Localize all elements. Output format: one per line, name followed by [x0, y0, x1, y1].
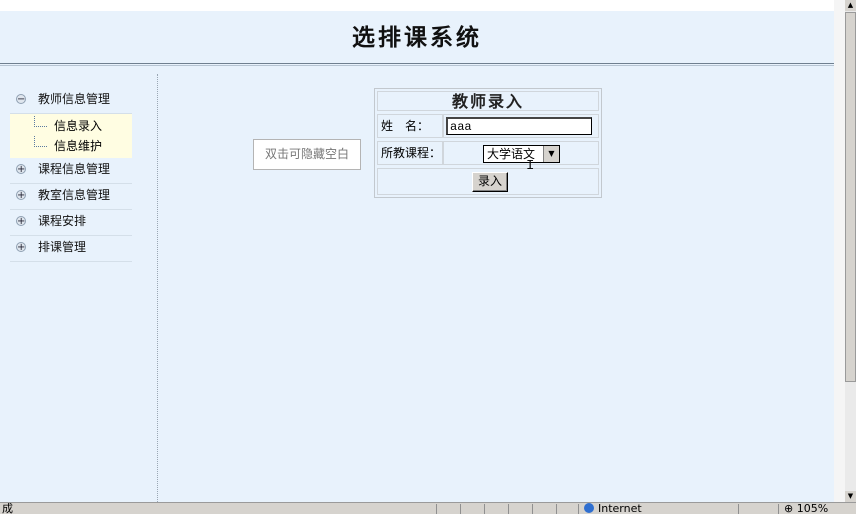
submenu-teacher-info: 信息录入 信息维护: [10, 114, 132, 158]
expand-icon[interactable]: +: [16, 216, 26, 227]
submenu-item-info-entry[interactable]: 信息录入: [10, 116, 132, 136]
expand-icon[interactable]: +: [16, 164, 26, 175]
status-bar: 成 Internet ⊕ 105%: [0, 502, 856, 514]
page-header: 选排课系统: [0, 11, 834, 64]
status-cell: [532, 504, 533, 514]
zoom-icon: ⊕: [784, 502, 797, 514]
menu-label: 教师信息管理: [38, 92, 111, 106]
menu-course-schedule[interactable]: + 课程安排: [10, 210, 132, 236]
status-cell: [484, 504, 485, 514]
zone-label: Internet: [598, 502, 642, 514]
menu-label: 课程信息管理: [38, 162, 111, 176]
course-field-cell: 大学语文 ▼: [443, 141, 599, 165]
status-cell: [460, 504, 461, 514]
menu-course-info[interactable]: + 课程信息管理: [10, 158, 132, 184]
menu-classroom-info[interactable]: + 教室信息管理: [10, 184, 132, 210]
browser-viewport: 选排课系统 − 教师信息管理 信息录入 信息维护 + 课程信息管理 + 教室信息…: [0, 0, 834, 502]
submenu-label: 信息录入: [54, 119, 103, 133]
sidebar-divider: [157, 74, 158, 502]
expand-icon[interactable]: +: [16, 242, 26, 253]
name-label: 姓 名：: [377, 114, 443, 138]
form-title: 教师录入: [377, 91, 599, 111]
course-label: 所教课程：: [377, 141, 443, 165]
status-text: 成: [2, 502, 13, 514]
submit-cell: 录入: [377, 168, 599, 195]
text-cursor-icon: I: [526, 158, 535, 174]
status-cell: [508, 504, 509, 514]
left-menu: − 教师信息管理 信息录入 信息维护 + 课程信息管理 + 教室信息管理 + 课…: [10, 88, 132, 262]
menu-label: 课程安排: [38, 214, 87, 228]
name-field-cell: [443, 114, 599, 138]
status-cell: [436, 504, 437, 514]
expand-icon[interactable]: +: [16, 190, 26, 201]
menu-teacher-info[interactable]: − 教师信息管理: [10, 88, 132, 114]
scroll-up-icon[interactable]: ▲: [845, 0, 856, 11]
vertical-scrollbar[interactable]: ▲ ▼: [845, 0, 856, 502]
course-select[interactable]: 大学语文 ▼: [483, 145, 560, 163]
status-cell: [778, 504, 779, 514]
scroll-down-icon[interactable]: ▼: [845, 491, 856, 502]
zoom-value: 105%: [796, 502, 829, 514]
submenu-label: 信息维护: [54, 139, 103, 153]
tree-branch-icon: [34, 136, 47, 147]
menu-label: 教室信息管理: [38, 188, 111, 202]
menu-label: 排课管理: [38, 240, 87, 254]
collapse-icon[interactable]: −: [16, 94, 26, 105]
zoom-level[interactable]: ⊕ 105%: [784, 503, 828, 514]
status-cell: [556, 504, 557, 514]
header-divider: [0, 65, 834, 66]
name-input[interactable]: [446, 117, 592, 135]
tree-branch-icon: [34, 116, 47, 127]
teacher-entry-form: 教师录入 姓 名： 所教课程： 大学语文 ▼ 录入: [374, 88, 602, 198]
menu-timetable-management[interactable]: + 排课管理: [10, 236, 132, 262]
dropdown-arrow-icon[interactable]: ▼: [543, 146, 559, 162]
page-title: 选排课系统: [352, 24, 482, 51]
status-cell: [578, 504, 579, 514]
globe-icon: [584, 503, 594, 513]
submenu-item-info-maintain[interactable]: 信息维护: [10, 136, 132, 156]
hide-blank-toggle[interactable]: 双击可隐藏空白: [253, 139, 361, 170]
security-zone: Internet: [584, 503, 642, 514]
status-cell: [738, 504, 739, 514]
viewport-gutter: [834, 0, 845, 502]
submit-button[interactable]: 录入: [472, 172, 508, 192]
top-band: [0, 0, 834, 11]
scroll-thumb[interactable]: [845, 12, 856, 382]
